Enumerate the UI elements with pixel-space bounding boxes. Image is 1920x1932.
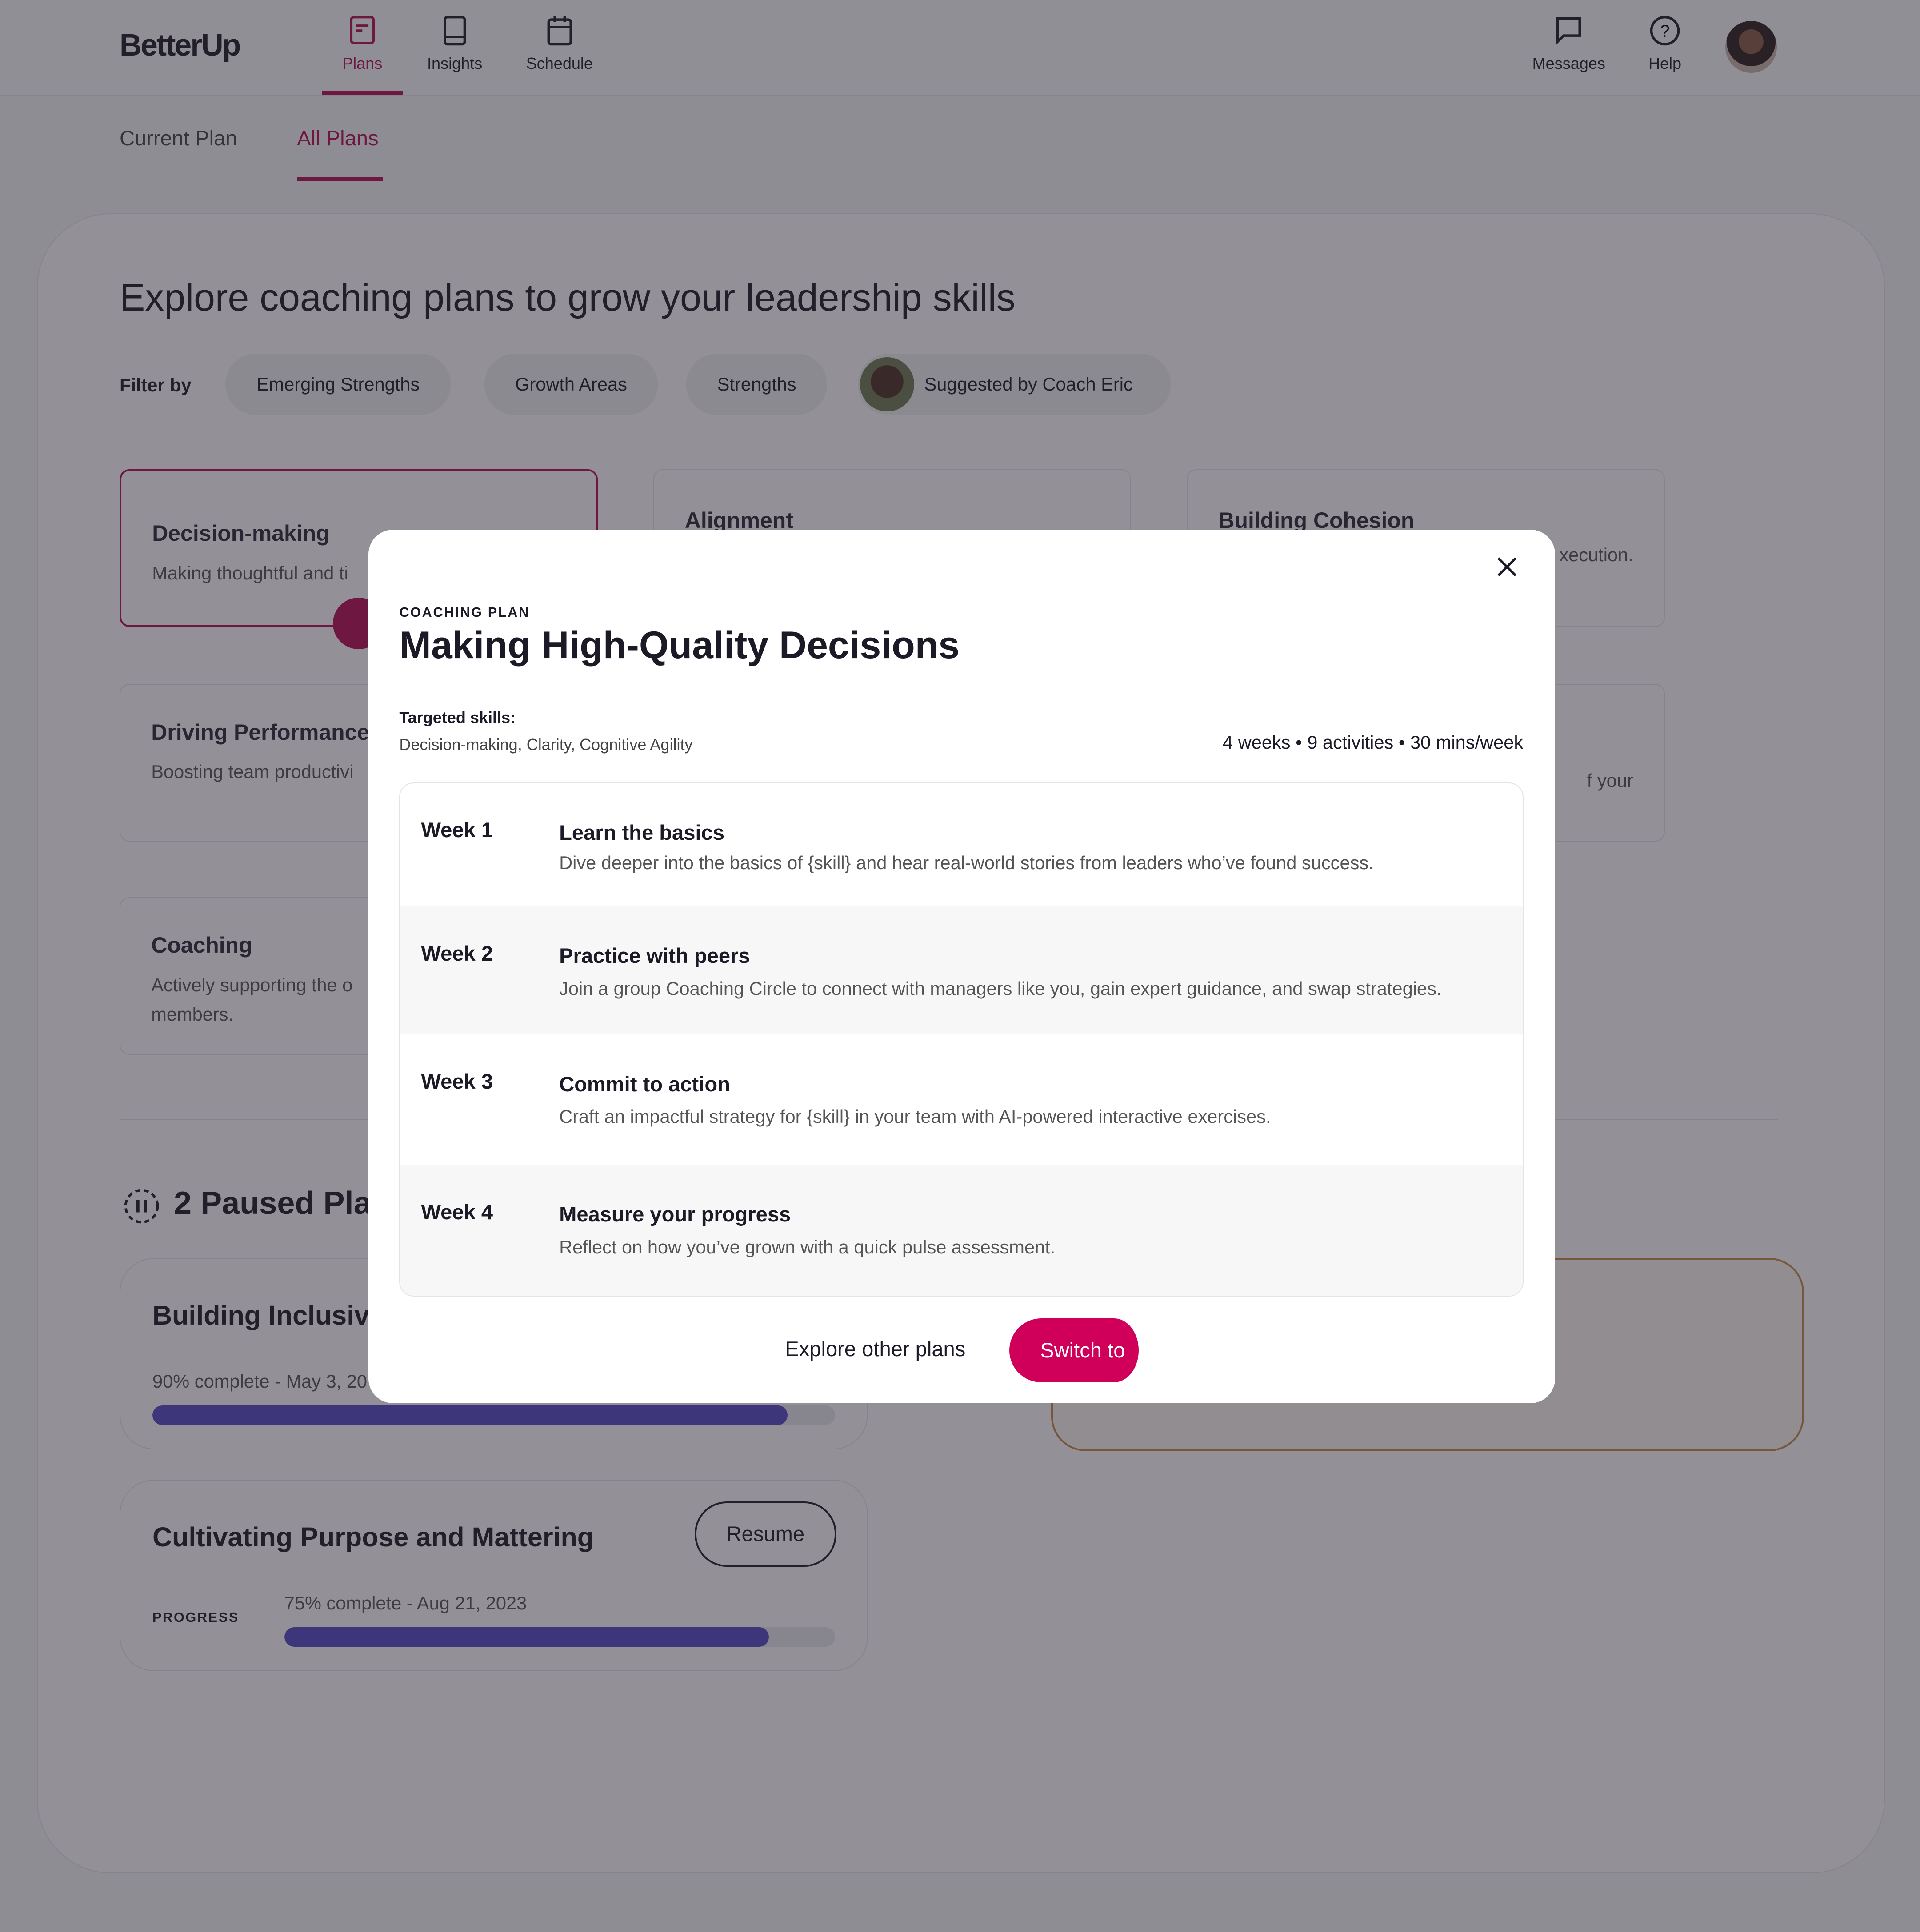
modal-eyebrow: COACHING PLAN [399, 605, 530, 620]
weeks-list: Week 1 Learn the basics Dive deeper into t… [399, 782, 1524, 1297]
week-number: Week 4 [421, 1200, 493, 1224]
switch-plan-button[interactable]: Switch to [1009, 1318, 1139, 1383]
week-desc: Dive deeper into the basics of {skill} a… [559, 852, 1374, 873]
explore-other-plans-button[interactable]: Explore other plans [785, 1337, 965, 1361]
week-row: Week 3 Commit to action Craft an impactful… [400, 1034, 1523, 1165]
week-desc: Craft an impactful strategy for {skill} … [559, 1106, 1271, 1127]
week-title: Commit to action [559, 1072, 730, 1096]
skills-label: Targeted skills: [399, 708, 516, 727]
close-icon[interactable] [1495, 555, 1519, 579]
plan-meta: 4 weeks • 9 activities • 30 mins/week [1223, 732, 1524, 753]
week-number: Week 2 [421, 941, 493, 965]
week-title: Practice with peers [559, 944, 750, 968]
week-number: Week 1 [421, 818, 493, 842]
week-desc: Join a group Coaching Circle to connect … [559, 978, 1442, 999]
week-row: Week 2 Practice with peers Join a group Co… [400, 906, 1523, 1035]
modal-title: Making High-Quality Decisions [399, 624, 960, 667]
coaching-plan-modal: COACHING PLAN Making High-Quality Decisi… [368, 530, 1556, 1404]
week-title: Measure your progress [559, 1202, 791, 1226]
week-number: Week 3 [421, 1069, 493, 1093]
skills-list: Decision-making, Clarity, Cognitive Agil… [399, 735, 693, 754]
week-row: Week 4 Measure your progress Reflect on ho… [400, 1165, 1523, 1296]
week-desc: Reflect on how you’ve grown with a quick… [559, 1237, 1056, 1258]
week-row: Week 1 Learn the basics Dive deeper into t… [400, 783, 1523, 906]
week-title: Learn the basics [559, 820, 724, 844]
